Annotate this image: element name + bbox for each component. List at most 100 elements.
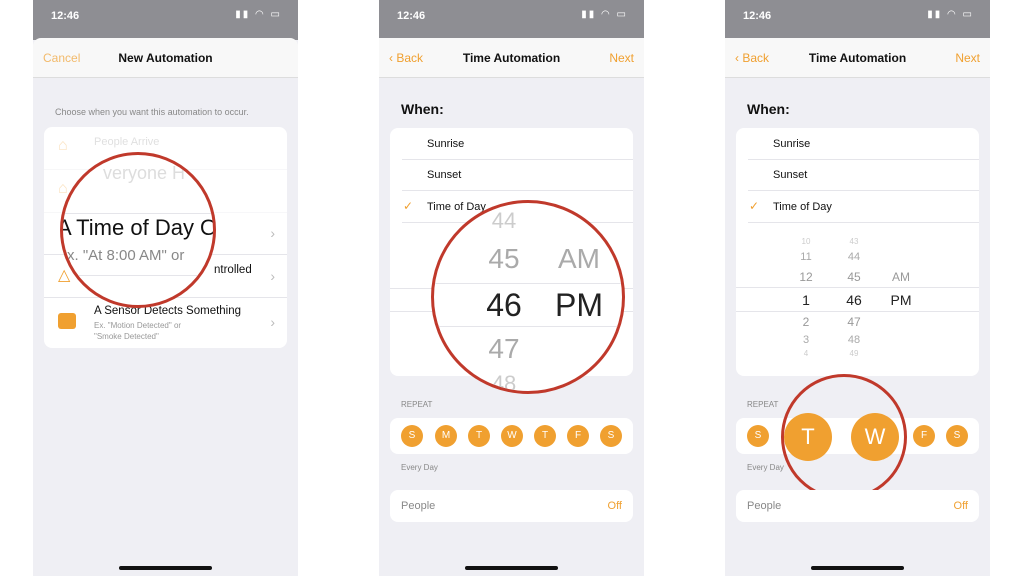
signal-wifi-battery-icon: ▮▮ ◠ ▭ [581, 9, 628, 20]
picker-pm-selected: PM [890, 292, 912, 308]
day-tuesday[interactable]: T [468, 425, 490, 447]
magnifier-time-picker[interactable]: 44 45 AM 46 PM 47 48 [431, 200, 625, 394]
home-indicator [811, 566, 904, 570]
status-bar: 12:46 ▮▮ ◠ ▭ [33, 0, 298, 40]
nav-bar: Cancel New Automation [33, 38, 298, 78]
picker-hour: 2 [802, 315, 810, 329]
picker-am: AM [892, 270, 910, 284]
day-wednesday[interactable]: W [501, 425, 523, 447]
option-label: Sunset [427, 169, 462, 181]
picker-am: AM [558, 243, 600, 274]
home-indicator [465, 566, 558, 570]
day-monday[interactable]: M [435, 425, 457, 447]
day-friday[interactable]: F [913, 425, 935, 447]
status-time: 12:46 [51, 10, 80, 22]
picker-pm-selected: PM [555, 287, 603, 323]
page-title: Time Automation [808, 51, 907, 65]
status-time: 12:46 [743, 10, 772, 22]
day-saturday[interactable]: S [946, 425, 968, 447]
next-button[interactable]: Next [609, 51, 634, 65]
checkmark-icon: ✓ [403, 199, 414, 213]
day-sunday[interactable]: S [401, 425, 423, 447]
picker-minute: 44 [847, 251, 861, 263]
picker-minute: 48 [491, 371, 517, 394]
phone-new-automation: 12:46 ▮▮ ◠ ▭ Cancel New Automation Choose… [33, 0, 298, 576]
day-wednesday[interactable]: W [851, 413, 899, 461]
picker-minute: 47 [847, 315, 861, 329]
every-day-label: Every Day [747, 463, 784, 472]
picker-minute: 45 [847, 270, 861, 284]
magnified-title: A Time of Day O [60, 215, 216, 240]
every-day-label: Every Day [401, 463, 438, 472]
page-title: New Automation [118, 51, 213, 65]
chevron-right-icon: › [270, 268, 275, 284]
picker-minute-selected: 46 [846, 292, 862, 308]
status-bar: 12:46 ▮▮ ◠ ▭ [379, 0, 644, 40]
time-picker[interactable]: 10 11 12 1 2 3 4 43 44 45 46 47 48 49 AM… [736, 236, 979, 361]
people-value: Off [953, 500, 968, 512]
picker-minute: 44 [491, 208, 517, 233]
day-saturday[interactable]: S [600, 425, 622, 447]
option-sunset[interactable]: Sunset [402, 160, 633, 191]
magnifier-days: T W [781, 374, 907, 500]
option-label: Sunrise [427, 138, 465, 150]
option-label: Sunrise [773, 138, 811, 150]
hint-text: Choose when you want this automation to … [55, 107, 249, 117]
chevron-right-icon: › [270, 225, 275, 241]
picker-hour: 4 [803, 349, 809, 358]
phone-time-automation: 12:46 ▮▮ ◠ ▭ ‹ Back Time Automation Next … [379, 0, 644, 576]
home-indicator [119, 566, 212, 570]
option-time-of-day[interactable]: ✓ Time of Day [748, 191, 979, 223]
signal-wifi-battery-icon: ▮▮ ◠ ▭ [235, 9, 282, 20]
row-title: People Arrive [94, 136, 160, 148]
option-label: Sunset [773, 169, 808, 181]
repeat-label: REPEAT [401, 400, 433, 409]
people-label: People [747, 500, 782, 512]
picker-minute: 45 [488, 243, 520, 274]
sensor-icon [58, 313, 76, 329]
picker-hour: 3 [802, 334, 810, 346]
row-subtitle: Ex. "Motion Detected" or [94, 321, 182, 330]
repeat-label: REPEAT [747, 400, 779, 409]
nav-bar: ‹ Back Time Automation Next [725, 38, 990, 78]
row-subtitle: "Smoke Detected" [94, 332, 159, 341]
phone-time-automation-repeat: 12:46 ▮▮ ◠ ▭ ‹ Back Time Automation Next … [725, 0, 990, 576]
repeat-days: S M T W T F S [390, 418, 633, 454]
status-time: 12:46 [397, 10, 426, 22]
day-tuesday[interactable]: T [784, 413, 832, 461]
chevron-right-icon: › [270, 314, 275, 330]
day-friday[interactable]: F [567, 425, 589, 447]
option-sunrise[interactable]: Sunrise [748, 128, 979, 160]
magnified-subtitle: Ex. "At 8:00 AM" or [60, 247, 185, 264]
people-row[interactable]: People Off [736, 490, 979, 522]
option-sunrise[interactable]: Sunrise [402, 128, 633, 160]
status-bar: 12:46 ▮▮ ◠ ▭ [725, 0, 990, 40]
picker-hour: 12 [799, 270, 813, 284]
picker-minute: 49 [849, 349, 859, 358]
people-row[interactable]: People Off [390, 490, 633, 522]
row-title-partial: ntrolled [214, 264, 252, 276]
list-item-sensor[interactable]: A Sensor Detects Something Ex. "Motion D… [44, 298, 287, 348]
day-sunday[interactable]: S [747, 425, 769, 447]
magnified-faded-text: veryone H [103, 163, 186, 183]
option-label: Time of Day [773, 201, 832, 213]
home-icon: ⌂ [58, 180, 68, 197]
checkmark-icon: ✓ [749, 199, 760, 213]
nav-bar: ‹ Back Time Automation Next [379, 38, 644, 78]
people-arrive-icon: ⌂ [58, 137, 68, 154]
next-button[interactable]: Next [955, 51, 980, 65]
picker-hour: 10 [801, 237, 811, 246]
option-sunset[interactable]: Sunset [748, 160, 979, 191]
picker-hour: 11 [800, 251, 812, 263]
page-title: Time Automation [462, 51, 561, 65]
picker-minute: 48 [847, 334, 861, 346]
people-value: Off [607, 500, 622, 512]
people-label: People [401, 500, 436, 512]
magnifier-time-of-day: veryone H A Time of Day O Ex. "At 8:00 A… [60, 152, 216, 308]
day-thursday[interactable]: T [534, 425, 556, 447]
picker-minute: 47 [488, 333, 520, 364]
when-heading: When: [401, 101, 444, 117]
picker-hour-selected: 1 [802, 292, 810, 308]
signal-wifi-battery-icon: ▮▮ ◠ ▭ [927, 9, 974, 20]
when-heading: When: [747, 101, 790, 117]
